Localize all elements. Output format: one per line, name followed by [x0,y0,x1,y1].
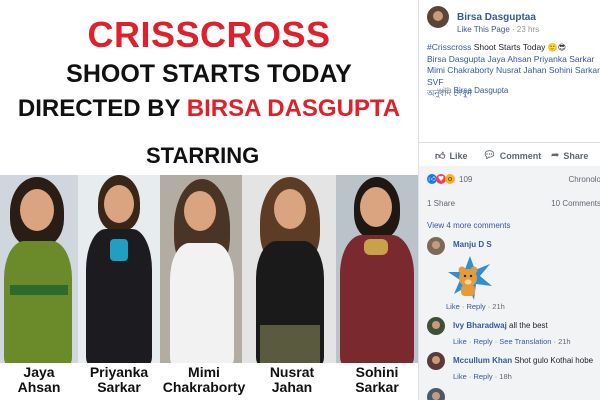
comment-text-2: all the best [509,321,548,330]
post-header: Birsa Dasguptaa Like This Page · 23 hrs [427,6,600,34]
director-name: BIRSA DASGUPTA [186,95,401,122]
with-tag-link[interactable]: Birsa Dasgupta [454,86,509,95]
cast-photo-2 [78,175,160,363]
starring-label: STARRING [146,143,260,168]
with-tag: — with Birsa Dasgupta [427,86,509,95]
comment-actions-1: Like · Reply · 21h [446,302,505,311]
avatar[interactable] [427,352,445,370]
comment-translation-link[interactable]: See Translation [499,337,551,346]
comment-like-link[interactable]: Like [446,302,460,311]
cast-photo-3 [160,175,242,363]
comment-time[interactable]: 21h [492,302,505,311]
comment-like-link[interactable]: Like [453,372,467,381]
like-button[interactable]: 👍︎ Like [435,150,467,162]
cast-name-1: Jaya Ahsan [17,364,61,395]
cast-photo-4 [242,175,336,363]
sort-chronological[interactable]: Chronolo [569,175,600,184]
poster-subtitle: SHOOT STARTS TODAY [66,60,352,88]
comment-reply-link[interactable]: Reply [466,302,485,311]
like-thumb-icon: 👍︎ [435,151,446,162]
comment-bubble-icon: 💬︎ [483,150,496,161]
comment-reply-link[interactable]: Reply [473,337,492,346]
post-time[interactable]: 23 hrs [517,25,539,34]
comment-text-3: Shot gulo Kothai hobe [514,356,594,365]
share-count[interactable]: 1 Share [427,199,455,208]
page-name-link[interactable]: Birsa Dasguptaa [457,12,536,23]
cast-name-3: Mimi Chakraborty [162,364,246,395]
share-button[interactable]: ➦ Share [551,150,588,161]
smile-sunglasses-emoji: 🙂😎 [547,43,567,52]
cast-name-4: Nusrat Jahan [269,364,315,395]
poster-title: CRISSCROSS [87,14,331,55]
hashtag-link[interactable]: #Crisscross [427,42,471,52]
wow-reaction-icon: o [445,174,455,184]
comment-author-3: Mccullum Khan Shot gulo Kothai hobe [453,356,594,365]
divider [419,142,600,143]
comment-time[interactable]: 18h [499,372,512,381]
directed-by-label: DIRECTED BY [17,95,181,122]
avatar[interactable] [427,388,445,400]
reaction-count: 109 [459,174,473,184]
comment-author-2: Ivy Bharadwaj all the best [453,321,548,330]
poster-director-line: DIRECTED BY BIRSA DASGUPTA [0,95,418,123]
comment-actions-3: Like · Reply · 18h [453,372,512,381]
avatar[interactable] [427,317,445,335]
facebook-post-panel: Birsa Dasguptaa Like This Page · 23 hrs … [418,0,600,400]
comment-actions-2: Like · Reply · See Translation · 21h [453,337,571,346]
like-page-link[interactable]: Like This Page [457,25,510,34]
comment-like-link[interactable]: Like [453,337,467,346]
cast-photo-1 [0,175,78,363]
movie-poster: CRISSCROSS SHOOT STARTS TODAY DIRECTED B… [0,0,418,400]
post-meta: Like This Page · 23 hrs [457,25,540,34]
comment-author-1[interactable]: Manju D S [453,240,492,249]
comment-time[interactable]: 21h [558,337,571,346]
comment-count[interactable]: 10 Comments [551,199,600,208]
cast-photo-5 [336,175,418,363]
cast-name-5: Sohini Sarkar [355,364,399,395]
cast-name-2: Priyanka Sarkar [89,364,149,395]
view-more-comments-link[interactable]: View 4 more comments [427,221,510,230]
reactions-summary[interactable]: 👍︎ ♥ o 109 [427,174,472,184]
page-avatar[interactable] [427,6,449,28]
share-arrow-icon: ➦ [551,150,560,161]
bear-sticker-icon [448,256,492,300]
avatar[interactable] [427,237,445,255]
comment-reply-link[interactable]: Reply [473,372,492,381]
tagged-people-links[interactable]: Birsa Dasgupta Jaya Ahsan Priyanka Sarka… [427,54,600,89]
comment-button[interactable]: 💬︎ Comment [483,150,541,161]
